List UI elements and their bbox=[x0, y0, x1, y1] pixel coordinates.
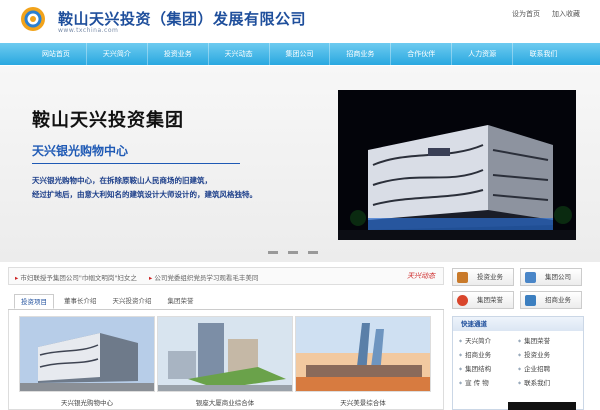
project-caption: 天兴美景综合体 bbox=[340, 399, 386, 407]
nav-item-investment[interactable]: 投资业务 bbox=[148, 43, 209, 65]
quick-business-button[interactable]: 招商业务 bbox=[520, 291, 582, 309]
site-header: 鞍山天兴投资（集团）发展有限公司 www.txchina.com 设为首页 加入… bbox=[0, 0, 600, 42]
tab-investment-intro[interactable]: 天兴投资介绍 bbox=[107, 294, 158, 309]
nav-item-business[interactable]: 招商业务 bbox=[330, 43, 392, 65]
nav-item-hr[interactable]: 人力资源 bbox=[452, 43, 514, 65]
hero-banner[interactable]: 鞍山天兴投资集团 天兴银光购物中心 天兴银光购物中心，在拆除原鞍山人民商场的旧建… bbox=[0, 66, 600, 262]
banner-dot-1[interactable] bbox=[268, 251, 278, 254]
handshake-icon bbox=[525, 295, 536, 306]
fast-channel-panel: 快速通道 天兴简介 集团荣誉 招商业务 投资业务 集团结构 企业招聘 宣 传 物… bbox=[452, 316, 584, 410]
tab-chairman[interactable]: 董事长介绍 bbox=[58, 294, 103, 309]
set-homepage-link[interactable]: 设为首页 bbox=[512, 9, 540, 19]
project-card[interactable]: 银座大厦商业综合体 bbox=[157, 316, 293, 407]
quick-honors-button[interactable]: 集团荣誉 bbox=[452, 291, 514, 309]
projects-panel: 天兴银光购物中心 银座大厦商业综合体 天兴美景综合体 bbox=[8, 310, 444, 410]
nav-item-partners[interactable]: 合作伙伴 bbox=[391, 43, 453, 65]
banner-dot-3[interactable] bbox=[308, 251, 318, 254]
project-card[interactable]: 天兴美景综合体 bbox=[295, 316, 431, 407]
fast-link-investment[interactable]: 投资业务 bbox=[518, 349, 577, 361]
nav-item-about[interactable]: 天兴简介 bbox=[87, 43, 148, 65]
fast-link-business[interactable]: 招商业务 bbox=[459, 349, 518, 361]
side-photo[interactable] bbox=[508, 402, 576, 410]
banner-divider bbox=[32, 163, 240, 164]
banner-title: 鞍山天兴投资集团 bbox=[32, 110, 184, 131]
top-links: 设为首页 加入收藏 bbox=[512, 9, 580, 19]
nav-item-contact[interactable]: 联系我们 bbox=[513, 43, 574, 65]
banner-pagination bbox=[268, 251, 318, 254]
fast-channel-title: 快速通道 bbox=[453, 317, 583, 331]
news-item[interactable]: ▸ 市妇联授予集团公司"巾帼文明岗"妇女之 bbox=[15, 272, 137, 282]
banner-subtitle: 天兴银光购物中心 bbox=[32, 144, 129, 158]
company-logo-icon[interactable] bbox=[20, 6, 46, 32]
tab-projects[interactable]: 投资项目 bbox=[14, 294, 54, 309]
project-card[interactable]: 天兴银光购物中心 bbox=[19, 316, 155, 407]
award-icon bbox=[457, 295, 468, 306]
banner-dot-2[interactable] bbox=[288, 251, 298, 254]
nav-item-group[interactable]: 集团公司 bbox=[270, 43, 331, 65]
project-image[interactable] bbox=[295, 316, 431, 392]
quick-group-button[interactable]: 集团公司 bbox=[520, 268, 582, 286]
fast-link-honors[interactable]: 集团荣誉 bbox=[518, 335, 577, 347]
banner-description: 天兴银光购物中心，在拆除原鞍山人民商场的旧建筑， 经过扩地后，由意大利知名的建筑… bbox=[32, 174, 257, 202]
company-name: 鞍山天兴投资（集团）发展有限公司 bbox=[58, 10, 307, 28]
news-section-tag[interactable]: 天兴动态 bbox=[407, 271, 435, 281]
site-domain: www.txchina.com bbox=[58, 27, 119, 34]
add-favorite-link[interactable]: 加入收藏 bbox=[552, 9, 580, 19]
building-icon bbox=[525, 272, 536, 283]
fast-link-about[interactable]: 天兴简介 bbox=[459, 335, 518, 347]
project-tabs: 投资项目 董事长介绍 天兴投资介绍 集团荣誉 bbox=[8, 294, 444, 310]
briefcase-icon bbox=[457, 272, 468, 283]
fast-link-publicity[interactable]: 宣 传 物 bbox=[459, 377, 518, 389]
project-caption: 天兴银光购物中心 bbox=[61, 399, 113, 407]
nav-item-news[interactable]: 天兴动态 bbox=[209, 43, 270, 65]
fast-link-structure[interactable]: 集团结构 bbox=[459, 363, 518, 375]
tab-honors[interactable]: 集团荣誉 bbox=[162, 294, 200, 309]
project-image[interactable] bbox=[19, 316, 155, 392]
banner-desc-line2: 经过扩地后，由意大利知名的建筑设计大师设计的，建筑风格独特。 bbox=[32, 190, 257, 199]
fast-link-recruit[interactable]: 企业招聘 bbox=[518, 363, 577, 375]
banner-photo bbox=[338, 90, 576, 240]
banner-desc-line1: 天兴银光购物中心，在拆除原鞍山人民商场的旧建筑， bbox=[32, 176, 212, 185]
quick-investment-button[interactable]: 投资业务 bbox=[452, 268, 514, 286]
news-ticker: ▸ 市妇联授予集团公司"巾帼文明岗"妇女之 ▸ 公司党委组织党员学习观看毛丰美同… bbox=[8, 267, 444, 285]
news-item[interactable]: ▸ 公司党委组织党员学习观看毛丰美同 bbox=[149, 272, 258, 282]
fast-link-contact[interactable]: 联系我们 bbox=[518, 377, 577, 389]
project-caption: 银座大厦商业综合体 bbox=[195, 399, 255, 407]
main-nav: 网站首页 天兴简介 投资业务 天兴动态 集团公司 招商业务 合作伙伴 人力资源 … bbox=[0, 43, 600, 65]
project-image[interactable] bbox=[157, 316, 293, 392]
nav-item-home[interactable]: 网站首页 bbox=[26, 43, 87, 65]
